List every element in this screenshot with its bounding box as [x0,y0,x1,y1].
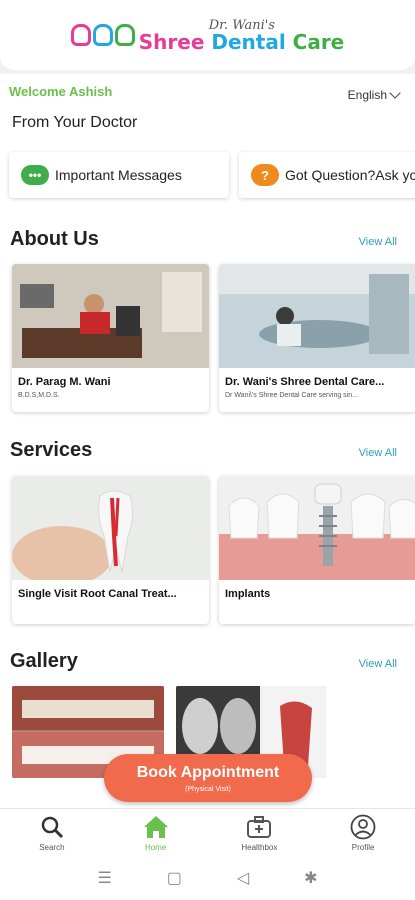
home-circle-icon[interactable]: ▢ [167,868,182,888]
about-cards: Dr. Parag M. Wani B.D.S,M.D.S. Dr. Wani'… [12,264,415,412]
app-header: Dr. Wani's Shree Dental Care [0,0,415,70]
home-icon [143,814,169,840]
about-card-title: Dr. Parag M. Wani [18,376,111,388]
about-view-all-link[interactable]: View All [359,236,397,248]
question-icon: ? [251,164,279,186]
from-doctor-heading: From Your Doctor [12,114,138,131]
nav-home[interactable]: Home [104,809,208,856]
implants-image [219,476,415,580]
nav-profile-label: Profile [351,842,375,852]
book-appointment-label: Book Appointment [136,763,280,781]
root-canal-image [12,476,209,580]
language-label: English [347,88,387,102]
nav-healthbox-label: Healthbox [241,842,278,852]
healthbox-icon [246,814,272,840]
chevron-down-icon [389,87,401,99]
bottom-navigation: Search Home Healthbox Profile [0,808,415,856]
recent-apps-icon[interactable]: ☰ [97,868,111,888]
about-card-subtitle: Dr Wani\'s Shree Dental Care serving sin… [225,392,358,399]
important-messages-card[interactable]: ••• Important Messages [9,152,229,198]
welcome-text: Welcome Ashish [9,84,113,99]
services-view-all-link[interactable]: View All [359,447,397,459]
service-card-root-canal[interactable]: Single Visit Root Canal Treat... [12,476,209,624]
chat-icon: ••• [21,165,49,185]
accessibility-icon[interactable]: ✱ [304,868,317,888]
service-cards: Single Visit Root Canal Treat... Implant… [12,476,415,624]
search-icon [40,814,64,840]
service-card-title: Implants [225,588,271,600]
about-us-title: About Us [10,228,99,250]
about-card-clinic[interactable]: Dr. Wani's Shree Dental Care... Dr Wani\… [219,264,415,412]
doctor-photo [12,264,209,368]
service-card-implants[interactable]: Implants [219,476,415,624]
important-messages-label: Important Messages [55,167,182,183]
services-title: Services [10,439,93,461]
back-triangle-icon[interactable]: ◁ [237,868,249,888]
service-card-title: Single Visit Root Canal Treat... [18,588,177,600]
nav-search[interactable]: Search [0,809,104,856]
ask-question-card[interactable]: ? Got Question?Ask yo [239,152,415,198]
nav-profile[interactable]: Profile [311,809,415,856]
about-card-title: Dr. Wani's Shree Dental Care... [225,376,385,388]
gallery-title: Gallery [10,650,78,672]
book-appointment-sublabel: (Physical Visit) [185,785,231,793]
nav-healthbox[interactable]: Healthbox [208,809,312,856]
main-content: Welcome Ashish English From Your Doctor … [0,74,415,808]
system-navigation-bar: ☰ ▢ ◁ ✱ [0,856,415,900]
book-appointment-button[interactable]: Book Appointment (Physical Visit) [104,754,312,802]
ask-question-label: Got Question?Ask yo [285,167,415,183]
clinic-photo [219,264,415,368]
about-card-subtitle: B.D.S,M.D.S. [18,392,60,399]
teeth-logo-icon [70,24,135,46]
profile-icon [350,814,376,840]
logo-title: Shree Dental Care [138,29,345,54]
about-card-doctor[interactable]: Dr. Parag M. Wani B.D.S,M.D.S. [12,264,209,412]
gallery-view-all-link[interactable]: View All [359,658,397,670]
nav-home-label: Home [144,842,167,852]
language-selector[interactable]: English [347,87,401,102]
clinic-logo: Dr. Wani's Shree Dental Care [70,19,345,54]
message-cards: ••• Important Messages ? Got Question?As… [9,152,415,198]
nav-search-label: Search [39,842,65,852]
